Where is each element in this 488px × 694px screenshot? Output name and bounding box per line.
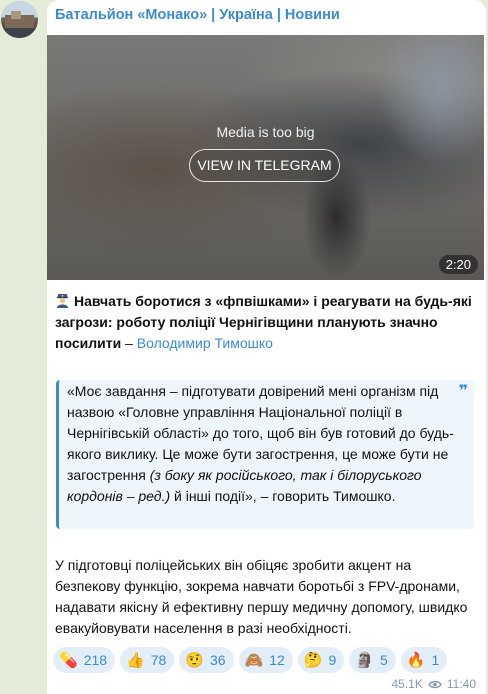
views-count: 45.1K bbox=[391, 677, 423, 691]
message-time: 11:40 bbox=[446, 677, 476, 691]
reaction-count: 36 bbox=[210, 652, 226, 668]
quote-marks-icon: ❞ bbox=[458, 383, 468, 400]
reaction-pill[interactable]: 💊 218 bbox=[53, 647, 116, 673]
view-in-telegram-button[interactable]: VIEW IN TELEGRAM bbox=[189, 149, 340, 182]
police-officer-icon bbox=[56, 293, 69, 308]
see-no-evil-monkey-emoji-icon: 🙈 bbox=[244, 651, 264, 669]
eye-icon bbox=[428, 680, 442, 688]
channel-avatar[interactable] bbox=[1, 1, 38, 38]
reaction-count: 218 bbox=[83, 652, 108, 668]
media-too-big-label: Media is too big bbox=[216, 124, 315, 140]
avatar-road bbox=[1, 28, 38, 38]
reaction-raised-eyebrow[interactable]: 🤨 36 bbox=[179, 647, 234, 673]
reactions-bar: 💊 218 👍 78 🤨 36 🙈 12 🤔 9 🗿 5 🔥 1 bbox=[53, 647, 448, 673]
thumbs-up-emoji-icon: 👍 bbox=[126, 651, 145, 669]
video-duration-badge: 2:20 bbox=[438, 255, 478, 274]
reaction-fire[interactable]: 🔥 1 bbox=[400, 647, 448, 673]
raised-eyebrow-emoji-icon: 🤨 bbox=[185, 651, 204, 669]
reaction-count: 78 bbox=[150, 652, 167, 668]
fire-emoji-icon: 🔥 bbox=[406, 651, 426, 669]
reaction-count: 5 bbox=[380, 652, 388, 668]
video-preview[interactable]: Media is too big VIEW IN TELEGRAM 2:20 bbox=[47, 35, 484, 280]
reaction-thinking[interactable]: 🤔 9 bbox=[297, 647, 345, 673]
reaction-thumbs-up[interactable]: 👍 78 bbox=[120, 647, 175, 673]
blockquote: «Моє завдання – підготувати довірений ме… bbox=[56, 380, 474, 529]
post-headline-block: Навчать боротися з «фпвішками» і реагува… bbox=[55, 291, 475, 354]
avatar-building-top bbox=[11, 11, 21, 19]
channel-title[interactable]: Батальйон «Монако» | Україна | Новини bbox=[55, 7, 340, 23]
headline-dash: – bbox=[121, 335, 137, 351]
reaction-count: 12 bbox=[269, 652, 285, 668]
video-thumbnail-light bbox=[377, 35, 484, 165]
thinking-emoji-icon: 🤔 bbox=[303, 651, 323, 669]
reaction-see-no-evil[interactable]: 🙈 12 bbox=[238, 647, 293, 673]
moai-emoji-icon: 🗿 bbox=[355, 651, 375, 669]
reaction-moai[interactable]: 🗿 5 bbox=[349, 647, 396, 673]
pill-emoji-icon: 💊 bbox=[59, 651, 78, 669]
post-paragraph: У підготовці поліцейських він обіцяє зро… bbox=[55, 557, 468, 636]
reaction-count: 1 bbox=[431, 652, 440, 668]
quote-text-part2: й інші події», – говорить Тимошко. bbox=[170, 488, 396, 504]
message-meta: 45.1K 11:40 bbox=[392, 677, 477, 691]
author-link[interactable]: Володимир Тимошко bbox=[137, 335, 273, 351]
reaction-count: 9 bbox=[328, 652, 337, 668]
message-bubble: Батальйон «Монако» | Україна | Новини Me… bbox=[47, 0, 486, 694]
quote-text: «Моє завдання – підготувати довірений ме… bbox=[67, 381, 462, 507]
